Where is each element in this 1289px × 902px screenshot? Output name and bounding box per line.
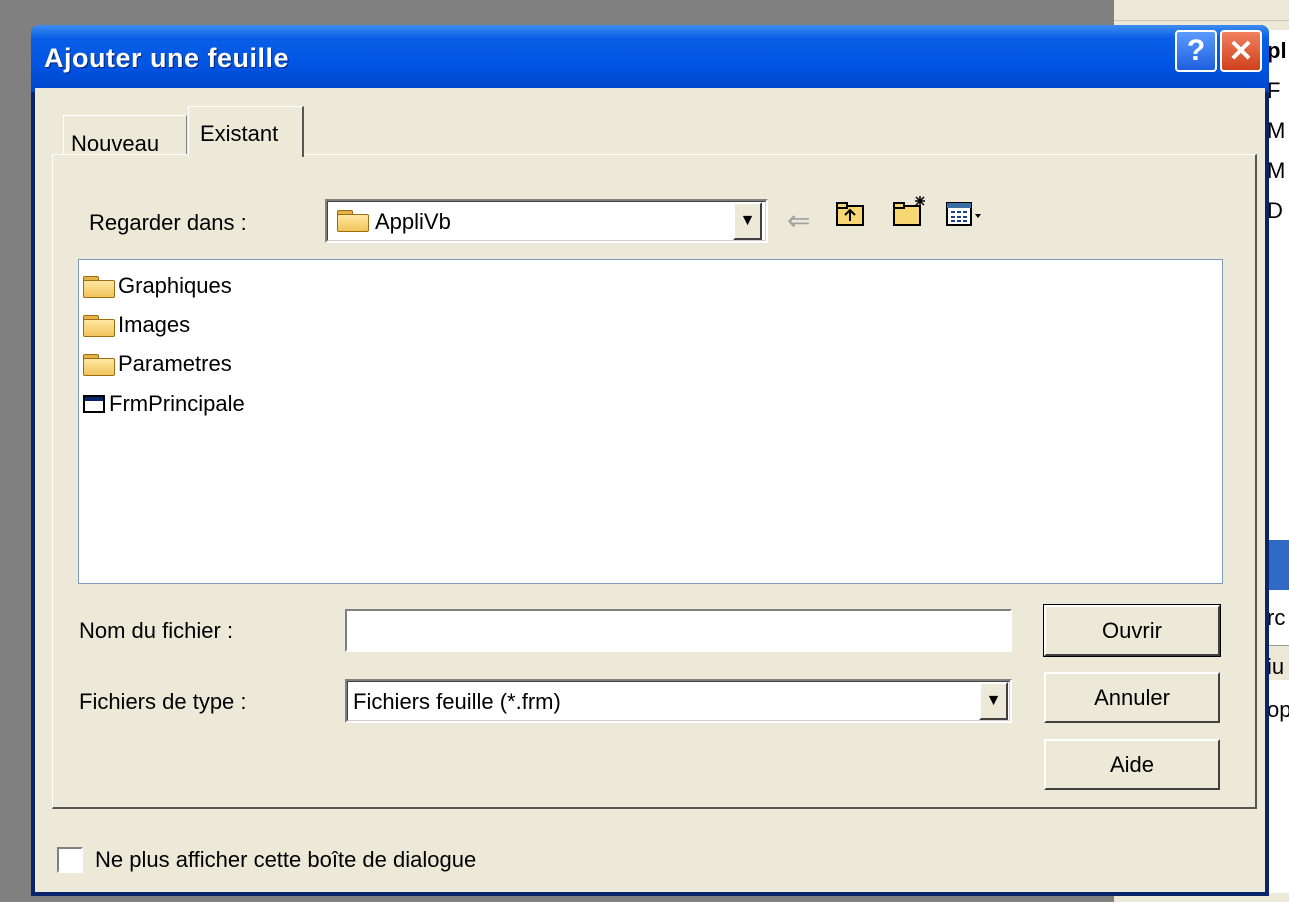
background-text: pl [1267, 38, 1287, 63]
file-name: Images [118, 312, 191, 337]
question-mark-icon: ? [1186, 34, 1206, 67]
folder-icon [83, 314, 115, 337]
file-type-dropdown[interactable]: Fichiers feuille (*.frm) ▼ [345, 679, 1012, 723]
background-text: rc [1267, 605, 1286, 630]
file-type-label: Fichiers de type : [79, 689, 247, 714]
dialog-client-area: Nouveau Existant Regarder dans : AppliVb… [35, 88, 1265, 892]
cancel-button-label: Annuler [1094, 684, 1170, 710]
folder-icon [83, 275, 115, 298]
folder-up-icon[interactable] [835, 200, 865, 235]
window-title: Ajouter une feuille [44, 43, 290, 73]
list-item[interactable]: FrmPrincipale [83, 388, 245, 420]
list-item[interactable]: Graphiques [83, 270, 232, 302]
file-name-label: Nom du fichier : [79, 618, 234, 643]
file-name: Parametres [118, 351, 232, 376]
dont-show-again-label[interactable]: Ne plus afficher cette boîte de dialogue [95, 847, 476, 873]
title-bar[interactable]: Ajouter une feuille ? ✕ [31, 25, 1269, 92]
back-arrow-icon[interactable]: ⇐ [787, 204, 810, 237]
close-button[interactable]: ✕ [1220, 30, 1262, 72]
help-button-label: Aide [1109, 751, 1155, 777]
background-text: op [1267, 697, 1289, 722]
file-name: Graphiques [118, 273, 232, 298]
help-button[interactable]: ? [1175, 30, 1217, 72]
tab-label: Nouveau [71, 131, 160, 156]
dont-show-again-checkbox[interactable] [57, 847, 83, 873]
chevron-down-icon: ▼ [739, 212, 756, 229]
background-text: D [1267, 198, 1283, 223]
file-name-input[interactable] [345, 609, 1012, 652]
list-item[interactable]: Parametres [83, 348, 232, 380]
list-item[interactable]: Images [83, 309, 190, 341]
open-button-label: Ouvrir [1102, 617, 1162, 643]
background-text: M [1267, 118, 1286, 143]
look-in-value: AppliVb [375, 209, 451, 234]
chevron-down-icon: ▼ [985, 692, 1002, 709]
close-icon: ✕ [1228, 34, 1254, 68]
file-name: FrmPrincipale [109, 391, 245, 416]
look-in-dropdown[interactable]: AppliVb ▼ [325, 199, 768, 243]
view-menu-icon[interactable] [945, 200, 985, 235]
look-in-label: Regarder dans : [89, 210, 247, 235]
folder-icon [83, 353, 115, 376]
folder-icon [337, 210, 372, 236]
cancel-button[interactable]: Annuler [1044, 672, 1220, 723]
tab-nouveau[interactable]: Nouveau [63, 115, 187, 156]
tab-existant[interactable]: Existant [188, 106, 304, 157]
open-button[interactable]: Ouvrir [1043, 604, 1221, 657]
tab-label: Existant [200, 121, 279, 146]
file-list[interactable]: Graphiques Images Parametres FrmPrincipa… [78, 259, 1223, 584]
background-toolbar [1114, 0, 1289, 21]
new-folder-icon[interactable] [892, 194, 928, 235]
background-text: F [1267, 78, 1281, 103]
form-file-icon [83, 395, 105, 413]
background-text: M [1267, 158, 1286, 183]
background-text: iu [1267, 654, 1285, 679]
add-form-dialog: Ajouter une feuille ? ✕ Nouveau Existant… [31, 25, 1269, 896]
look-in-dropdown-button[interactable]: ▼ [733, 202, 762, 240]
file-type-dropdown-button[interactable]: ▼ [979, 682, 1008, 720]
file-type-value: Fichiers feuille (*.frm) [353, 689, 561, 714]
help-dialog-button[interactable]: Aide [1044, 739, 1220, 790]
